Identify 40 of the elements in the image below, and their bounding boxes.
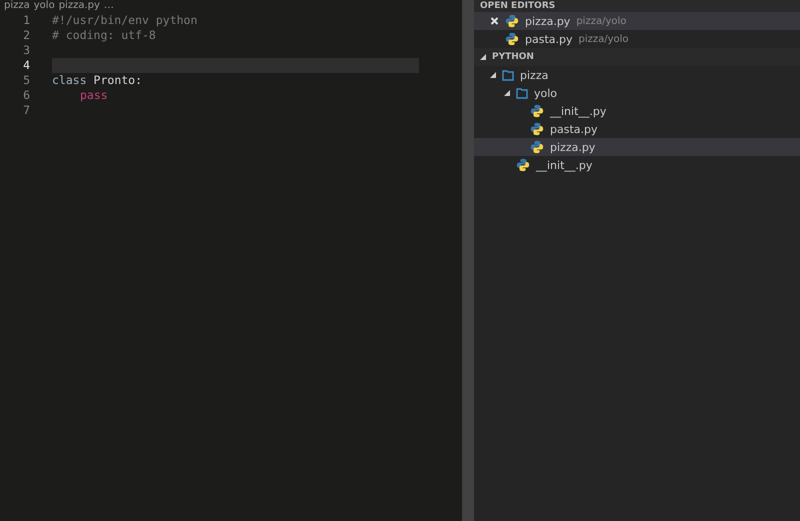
code-line: class Pronto:	[52, 73, 144, 88]
file-name[interactable]: pizza.py	[550, 140, 596, 154]
expand-triangle-icon[interactable]	[490, 72, 496, 78]
file-name[interactable]: pasta.py	[525, 32, 572, 46]
file-path: pizza/yolo	[576, 16, 626, 26]
folder-icon	[502, 70, 514, 80]
file-name[interactable]: pizza.py	[525, 14, 570, 28]
file-name[interactable]: __init__.py	[550, 104, 606, 118]
folder-icon	[516, 88, 528, 98]
python-file-icon	[530, 140, 544, 154]
folder-name[interactable]: yolo	[534, 86, 558, 100]
line-number: 1	[22, 13, 30, 28]
breadcrumb-item[interactable]: pizza	[4, 0, 30, 11]
folder-name[interactable]: pizza	[520, 68, 548, 82]
python-file-icon	[505, 14, 519, 28]
breadcrumb-item[interactable]: yolo	[34, 0, 55, 11]
python-file-icon	[530, 122, 544, 136]
python-file-icon	[530, 104, 544, 118]
expand-triangle-icon[interactable]	[504, 90, 510, 96]
code-line: # coding: utf-8	[52, 28, 157, 43]
line-number: 3	[22, 43, 30, 58]
line-number: 5	[22, 73, 30, 88]
file-path: pizza/yolo	[578, 34, 629, 44]
section-header[interactable]: PYTHON	[474, 48, 800, 66]
line-number: 4	[22, 58, 30, 73]
file-name[interactable]: pasta.py	[550, 122, 598, 136]
code-line: pass	[79, 88, 109, 103]
line-number: 7	[22, 103, 30, 118]
breadcrumb-item[interactable]: pizza.py	[58, 0, 100, 11]
close-icon[interactable]	[490, 17, 499, 25]
scrollbar[interactable]	[462, 0, 474, 521]
line-number: 2	[22, 28, 30, 43]
expand-triangle-icon[interactable]	[480, 54, 486, 60]
section-header[interactable]: OPEN EDITORS	[474, 0, 800, 12]
file-name[interactable]: __init__.py	[536, 158, 592, 172]
breadcrumb-item[interactable]: …	[104, 0, 114, 11]
python-file-icon	[505, 32, 519, 46]
code-line: #!/usr/bin/env python	[52, 13, 198, 28]
line-number: 6	[22, 88, 30, 103]
python-file-icon	[516, 158, 530, 172]
